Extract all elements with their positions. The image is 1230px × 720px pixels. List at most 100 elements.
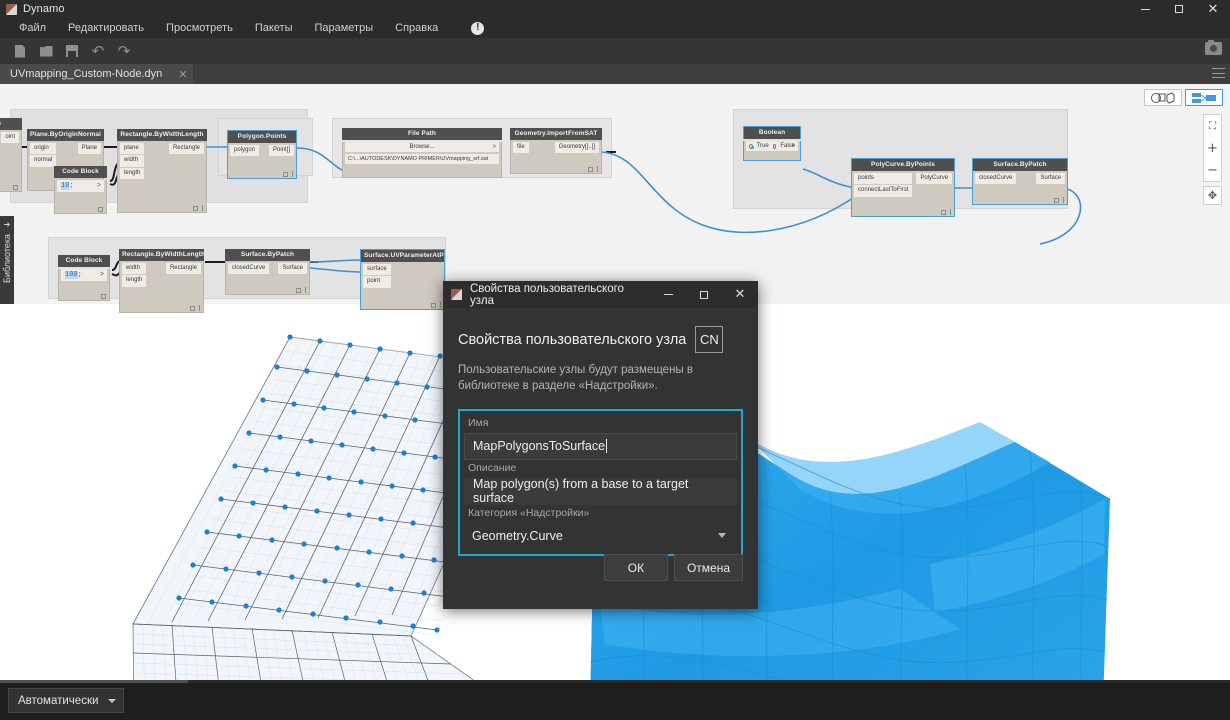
node-resize-handle[interactable]	[440, 302, 441, 308]
dialog-maximize-button[interactable]	[686, 281, 722, 308]
radio-false-icon[interactable]	[773, 144, 777, 149]
node-port-out-surface[interactable]: Surface	[1036, 173, 1065, 184]
node-file-path[interactable]: File Path Browse...> C:\...\AUTODESK\DYN…	[342, 128, 502, 178]
code-block-editor[interactable]: 100;>	[61, 269, 107, 281]
node-preview-toggle[interactable]	[190, 306, 195, 311]
node-port-in-points[interactable]: points	[854, 173, 912, 184]
new-file-button[interactable]	[7, 40, 33, 62]
node-port-out-rectangle[interactable]: Rectangle	[166, 263, 201, 274]
node-code-block-2[interactable]: Code Block 100;>	[58, 255, 110, 301]
node-port-in-width[interactable]: width	[120, 155, 144, 166]
node-resize-handle[interactable]	[1063, 197, 1064, 203]
node-port-in-width[interactable]: width	[122, 263, 146, 274]
node-port-out-rectangle[interactable]: Rectangle	[169, 143, 204, 154]
node-rectangle-bywidthlength-1[interactable]: Rectangle.ByWidthLength plane width leng…	[117, 129, 207, 213]
horizontal-scrollbar[interactable]	[0, 680, 1230, 683]
node-preview-toggle[interactable]	[431, 303, 436, 308]
node-port-in-normal[interactable]: normal	[30, 155, 56, 166]
graph-view-button[interactable]	[1144, 89, 1182, 106]
node-port-in-closedcurve[interactable]: closedCurve	[975, 173, 1016, 184]
node-resize-handle[interactable]	[597, 166, 598, 172]
node-preview-toggle[interactable]	[283, 172, 288, 177]
node-preview-toggle[interactable]	[588, 167, 593, 172]
zoom-fit-button[interactable]: ⛶	[1203, 115, 1222, 137]
node-resize-handle[interactable]	[950, 209, 951, 215]
menu-item-view[interactable]: Просмотреть	[155, 20, 244, 37]
workspace-menu-icon[interactable]	[1212, 68, 1225, 78]
menu-item-packages[interactable]: Пакеты	[244, 20, 304, 37]
node-preview-toggle[interactable]	[941, 210, 946, 215]
menu-item-file[interactable]: Файл	[8, 20, 57, 37]
node-rectangle-bywidthlength-2[interactable]: Rectangle.ByWidthLength width length Rec…	[119, 249, 204, 313]
window-close-button[interactable]: ✕	[1196, 0, 1230, 18]
node-code-block-1[interactable]: Code Block 10;>	[54, 166, 107, 214]
library-panel-tab[interactable]: ➜ Библиотека	[0, 216, 14, 304]
preview-view-button[interactable]	[1185, 89, 1223, 106]
window-maximize-button[interactable]	[1162, 0, 1196, 18]
dialog-minimize-button[interactable]	[650, 281, 686, 308]
node-port-out-points[interactable]: Point[]	[269, 145, 294, 156]
node-port-in-closedcurve[interactable]: closedCurve	[228, 263, 269, 274]
node-preview-toggle[interactable]	[13, 185, 18, 190]
menu-item-help[interactable]: Справка	[384, 20, 449, 37]
node-preview-toggle[interactable]	[1054, 198, 1059, 203]
node-port-in-length[interactable]: length	[120, 168, 144, 179]
menu-item-edit[interactable]: Редактировать	[57, 20, 155, 37]
node-port-in-plane[interactable]: plane	[120, 143, 144, 154]
node-boolean[interactable]: Boolean True False >	[743, 126, 801, 161]
node-polycurve-bypoints[interactable]: PolyCurve.ByPoints points connectLastToF…	[851, 158, 955, 217]
node-port-in-surface[interactable]: surface	[363, 264, 391, 275]
node-resize-handle[interactable]	[292, 171, 293, 177]
name-input[interactable]: MapPolygonsToSurface	[464, 433, 737, 460]
save-file-button[interactable]	[59, 40, 85, 62]
boolean-selector[interactable]: True False >	[746, 141, 798, 151]
node-port-in-file[interactable]: file	[513, 142, 529, 153]
node-resize-handle[interactable]	[202, 205, 203, 211]
node-port-out-plane[interactable]: Plane	[78, 143, 101, 154]
node-surface-bypatch-bottom[interactable]: Surface.ByPatch closedCurve Surface	[225, 249, 310, 295]
node-port-in-origin[interactable]: origin	[30, 143, 56, 154]
zoom-in-button[interactable]: +	[1203, 137, 1222, 159]
cancel-button[interactable]: Отмена	[674, 554, 743, 581]
run-mode-select[interactable]: Автоматически	[8, 688, 124, 713]
menu-item-settings[interactable]: Параметры	[303, 20, 384, 37]
node-graph-band[interactable]: ers oint Plane.ByOriginNormal origin nor…	[0, 84, 1230, 304]
node-surface-bypatch-right[interactable]: Surface.ByPatch closedCurve Surface	[972, 158, 1068, 205]
pan-button[interactable]: ✥	[1203, 186, 1222, 205]
node-surface-uvparameteratpoint[interactable]: Surface.UVParameterAtPo surface point	[360, 249, 445, 310]
node-preview-toggle[interactable]	[193, 206, 198, 211]
node-port-in-connectlasttofirst[interactable]: connectLastToFirst	[854, 185, 912, 196]
file-tab-active[interactable]: UVmapping_Custom-Node.dyn ✕	[0, 64, 193, 84]
redo-button[interactable]: ↷	[111, 40, 137, 62]
node-port-out-geometry[interactable]: Geometry[]..[]	[555, 142, 599, 153]
warning-badge-icon[interactable]: !	[471, 22, 484, 35]
file-tab-close-icon[interactable]: ✕	[178, 68, 187, 81]
code-block-editor[interactable]: 10;>	[57, 180, 104, 192]
node-port-out[interactable]: oint	[1, 132, 19, 143]
node-preview-toggle[interactable]	[101, 294, 106, 299]
node-port-out-surface[interactable]: Surface	[278, 263, 307, 274]
description-input[interactable]: Map polygon(s) from a base to a target s…	[464, 478, 737, 505]
node-resize-handle[interactable]	[199, 305, 200, 311]
camera-icon[interactable]	[1205, 42, 1222, 55]
window-minimize-button[interactable]	[1128, 0, 1162, 18]
dialog-close-button[interactable]: ✕	[722, 281, 758, 308]
node-port-out-polycurve[interactable]: PolyCurve	[916, 173, 952, 184]
zoom-out-button[interactable]: −	[1203, 159, 1222, 181]
ok-button[interactable]: ОК	[604, 554, 668, 581]
radio-true-icon[interactable]	[749, 144, 753, 149]
node-preview-toggle[interactable]	[98, 207, 103, 212]
node-partial-left[interactable]: ers oint	[0, 118, 22, 192]
node-port-in-polygon[interactable]: polygon	[230, 145, 259, 156]
node-preview-toggle[interactable]	[296, 288, 301, 293]
node-port-in-point[interactable]: point	[363, 276, 391, 287]
node-resize-handle[interactable]	[305, 287, 306, 293]
open-file-button[interactable]	[33, 40, 59, 62]
browse-button[interactable]: Browse...>	[345, 142, 499, 152]
undo-button[interactable]: ↶	[85, 40, 111, 62]
node-geometry-importfromsat[interactable]: Geometry.ImportFromSAT file Geometry[]..…	[510, 128, 602, 174]
node-port-in-length[interactable]: length	[122, 275, 146, 286]
workspace-canvas[interactable]: ers oint Plane.ByOriginNormal origin nor…	[0, 84, 1230, 680]
category-select[interactable]: Geometry.Curve	[464, 523, 737, 549]
node-polygon-points[interactable]: Polygon.Points polygon Point[]	[227, 130, 297, 179]
